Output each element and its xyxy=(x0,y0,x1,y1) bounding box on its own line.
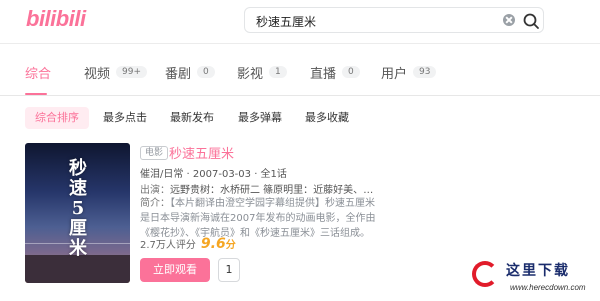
tab-video[interactable]: 视频 99+ xyxy=(84,63,148,82)
rating-score: 9.6 xyxy=(200,236,226,252)
cast-text: 远野贵树：水桥研二 篠原明里：近藤好美、尾上... xyxy=(170,185,375,196)
episode-button[interactable]: 1 xyxy=(218,258,240,282)
tab-count: 99+ xyxy=(116,66,148,78)
result-cast: 出演：远野贵树：水桥研二 篠原明里：近藤好美、尾上... xyxy=(140,181,375,196)
tab-label: 直播 xyxy=(310,66,337,82)
search-box[interactable]: 秒速五厘米 xyxy=(244,7,544,33)
tab-user[interactable]: 用户 93 xyxy=(381,63,437,82)
tab-label: 影视 xyxy=(237,66,264,82)
tab-count: 93 xyxy=(413,66,437,78)
movie-poster[interactable]: 秒速5厘米 xyxy=(25,143,130,283)
sort-most-danmaku[interactable]: 最多弹幕 xyxy=(228,107,292,129)
result-meta: 催泪/日常 · 2007-03-03 · 全1话 xyxy=(140,169,287,180)
watermark-logo-icon xyxy=(472,261,498,287)
result-description: 简介：【本片翻译由澄空学园字幕组提供】秒速五厘米是日本导演新海诚在2007年发布… xyxy=(140,196,378,241)
desc-label: 简介： xyxy=(140,198,170,209)
desc-text: 【本片翻译由澄空学园字幕组提供】秒速五厘米是日本导演新海诚在2007年发布的动画… xyxy=(140,198,376,239)
search-tabs: 综合 视频 99+ 番剧 0 影视 1 直播 0 用户 93 xyxy=(0,44,600,96)
watermark-text: 这里下载 xyxy=(506,263,570,279)
sort-most-favorites[interactable]: 最多收藏 xyxy=(295,107,359,129)
cast-label: 出演： xyxy=(140,185,170,196)
rating: 2.7万人评分 9.6 分 xyxy=(140,236,236,252)
active-tab-indicator xyxy=(25,93,47,95)
rating-count: 2.7万人评分 xyxy=(140,240,196,251)
sort-newest[interactable]: 最新发布 xyxy=(160,107,224,129)
tab-live[interactable]: 直播 0 xyxy=(310,63,360,82)
tab-label: 视频 xyxy=(84,66,111,82)
site-watermark: 这里下载 www.herecdown.com xyxy=(472,257,600,301)
search-icon[interactable] xyxy=(521,11,541,31)
clear-icon[interactable] xyxy=(503,14,515,26)
tab-film[interactable]: 影视 1 xyxy=(237,63,287,82)
tab-label: 用户 xyxy=(381,66,408,82)
watch-now-button[interactable]: 立即观看 xyxy=(140,258,210,282)
result-title[interactable]: 秒速五厘米 xyxy=(169,143,234,162)
tab-label: 番剧 xyxy=(165,66,192,82)
tab-all[interactable]: 综合 xyxy=(25,63,52,82)
top-header: bilibili 秒速五厘米 xyxy=(0,0,600,44)
poster-title: 秒速5厘米 xyxy=(69,158,87,259)
tab-label: 综合 xyxy=(25,66,52,82)
tab-count: 0 xyxy=(342,66,360,78)
tab-count: 0 xyxy=(197,66,215,78)
search-input[interactable]: 秒速五厘米 xyxy=(256,13,316,30)
sort-bar: 综合排序 最多点击 最新发布 最多弹幕 最多收藏 xyxy=(0,107,600,129)
sort-most-clicks[interactable]: 最多点击 xyxy=(93,107,157,129)
type-badge: 电影 xyxy=(140,146,169,160)
tab-count: 1 xyxy=(269,66,287,78)
rating-unit: 分 xyxy=(225,240,236,251)
poster-ground xyxy=(25,255,130,283)
watermark-url: www.herecdown.com xyxy=(510,283,586,292)
sort-comprehensive[interactable]: 综合排序 xyxy=(25,107,89,129)
bilibili-logo[interactable]: bilibili xyxy=(26,6,86,32)
tab-bangumi[interactable]: 番剧 0 xyxy=(165,63,215,82)
